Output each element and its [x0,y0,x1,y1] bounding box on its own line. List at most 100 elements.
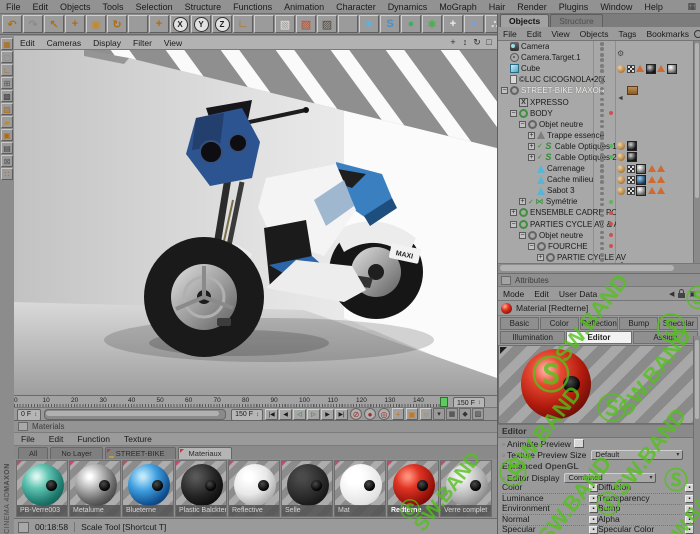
tree-row[interactable]: ✓ Cube [498,63,700,74]
visibility-dots[interactable] [595,142,609,151]
toolbar-button[interactable]: ↶ [2,15,22,33]
object-name[interactable]: PARTIE CYCLE AV [557,253,626,262]
attributes-title-bar[interactable]: Attributes [498,274,700,287]
tag-icon[interactable] [627,176,635,184]
toolbar-button[interactable]: S [380,15,400,33]
tree-row[interactable]: ✓ Cable Optiques 1 [498,141,700,152]
visibility-dots[interactable] [595,187,609,196]
tag-icon[interactable] [667,64,677,74]
enabled-check-icon[interactable]: ✓ [528,198,534,206]
expand-icon[interactable] [519,121,526,128]
menu-item[interactable]: Edit [27,2,55,12]
tag-icon[interactable] [648,176,656,183]
tag-icon[interactable] [617,43,625,51]
visibility-dots[interactable] [595,131,609,140]
tag-icon[interactable] [617,142,625,150]
attributes-menu-item[interactable]: Edit [529,289,554,299]
toolbar-button[interactable]: + [443,15,463,33]
attributes-menu-item[interactable]: Mode [498,289,529,299]
expand-icon[interactable] [510,209,517,216]
object-name[interactable]: Sabot 3 [547,186,575,195]
mode-button[interactable]: ⊞ [1,77,13,89]
texture-preview-size-dropdown[interactable]: Default▾ [591,450,683,460]
mode-button[interactable]: ▣ [1,129,13,141]
search-icon[interactable] [694,30,700,38]
object-name[interactable]: STREET-BIKE MAXON [521,86,605,95]
toolbar-button[interactable] [128,15,148,33]
timeline-ruler[interactable]: 0102030405060708090100110120130140 150 F… [14,395,497,407]
tag-icon[interactable] [657,187,665,194]
toolbar-button[interactable] [338,15,358,33]
expand-icon[interactable] [528,143,535,150]
object-name[interactable]: Carrenage [547,164,585,173]
timeline-scrollbar[interactable] [44,409,226,420]
toolbar-button[interactable]: Y [191,15,211,33]
visibility-dots[interactable] [595,242,609,251]
enabled-check-icon[interactable]: ✓ [537,153,543,161]
material-tab[interactable]: Assign [633,331,698,344]
transport-button[interactable]: ◁ [293,409,306,420]
layer-tab[interactable]: No Layer [50,447,102,459]
lock-icon[interactable] [678,293,685,298]
record-button[interactable]: ◎ [378,408,390,420]
toolbar-button[interactable]: ▨ [317,15,337,33]
tree-row[interactable]: ✓ Symétrie [498,196,700,207]
tag-icon[interactable] [617,87,625,95]
toolbar-button[interactable]: ▧ [275,15,295,33]
viewport-nav-icon[interactable]: + [448,37,458,48]
visibility-dots[interactable] [595,175,609,184]
visibility-dots[interactable] [595,153,609,162]
toolbar-button[interactable]: ▣ [86,15,106,33]
mode-button[interactable]: ▦ [1,38,13,50]
menu-item[interactable]: Help [638,2,669,12]
tag-icon[interactable] [617,187,625,195]
layer-dot[interactable] [609,78,613,82]
material-tab[interactable]: Bump [619,317,658,330]
transport-button[interactable]: ▷ [307,409,320,420]
layer-dot[interactable] [609,100,613,104]
tree-scrollbar[interactable] [693,41,700,263]
objects-menu-item[interactable]: View [546,29,574,39]
toolbar-button[interactable]: ● [401,15,421,33]
expand-icon[interactable] [501,43,508,50]
viewport-menu-item[interactable]: View [158,38,188,48]
tree-row[interactable]: ✓ Camera.Target.1 [498,52,700,63]
tag-icon[interactable] [636,65,644,72]
toolbar-button[interactable]: ↷ [23,15,43,33]
timeline-playhead[interactable] [440,397,448,407]
menu-item[interactable]: Plugins [553,2,595,12]
menu-item[interactable]: Render [511,2,553,12]
tag-icon[interactable] [657,176,665,183]
material-thumbnail[interactable]: Blueterne [122,460,174,517]
materials-menu-item[interactable]: Texture [117,434,159,444]
layer-dot[interactable] [609,67,613,71]
objects-menu-item[interactable]: Bookmarks [641,29,694,39]
attributes-scrollbar[interactable] [693,336,700,534]
visibility-dots[interactable] [595,209,609,218]
key-tool-button[interactable]: ▣ [406,408,418,420]
material-thumbnail[interactable]: PB-Verre003 [16,460,68,517]
expand-icon[interactable] [528,132,535,139]
tree-row[interactable]: ✓ ©LUC CICOGNOLA•2007 [498,74,700,85]
tag-icon[interactable] [636,175,646,185]
tree-row[interactable]: ✓ PARTIE CYCLE AV [498,252,700,263]
mode-button[interactable]: ∷ [1,168,13,180]
manager-tab[interactable]: Objects [500,14,549,27]
tag-icon[interactable] [657,65,665,72]
toolbar-button[interactable]: ■ [359,15,379,33]
materials-menu-item[interactable]: Edit [42,434,71,444]
channel-checkbox[interactable] [589,516,598,524]
timeline-option-button[interactable]: ▨ [472,408,484,420]
channel-checkbox[interactable] [589,505,598,513]
tree-row[interactable]: ✓ Objet neutre [498,230,700,241]
object-name[interactable]: BODY [530,109,553,118]
expand-icon[interactable] [528,176,535,183]
tree-row[interactable]: ✓ PARTIES CYCLE AV & AR [498,219,700,230]
toolbar-button[interactable]: Z [212,15,232,33]
objects-menu-item[interactable]: Edit [522,29,547,39]
object-name[interactable]: Cube [521,64,540,73]
range-end-field[interactable]: 150 F↕ [231,409,263,421]
layer-dot[interactable] [609,111,613,115]
expand-icon[interactable] [501,87,508,94]
layer-dot[interactable] [609,167,613,171]
